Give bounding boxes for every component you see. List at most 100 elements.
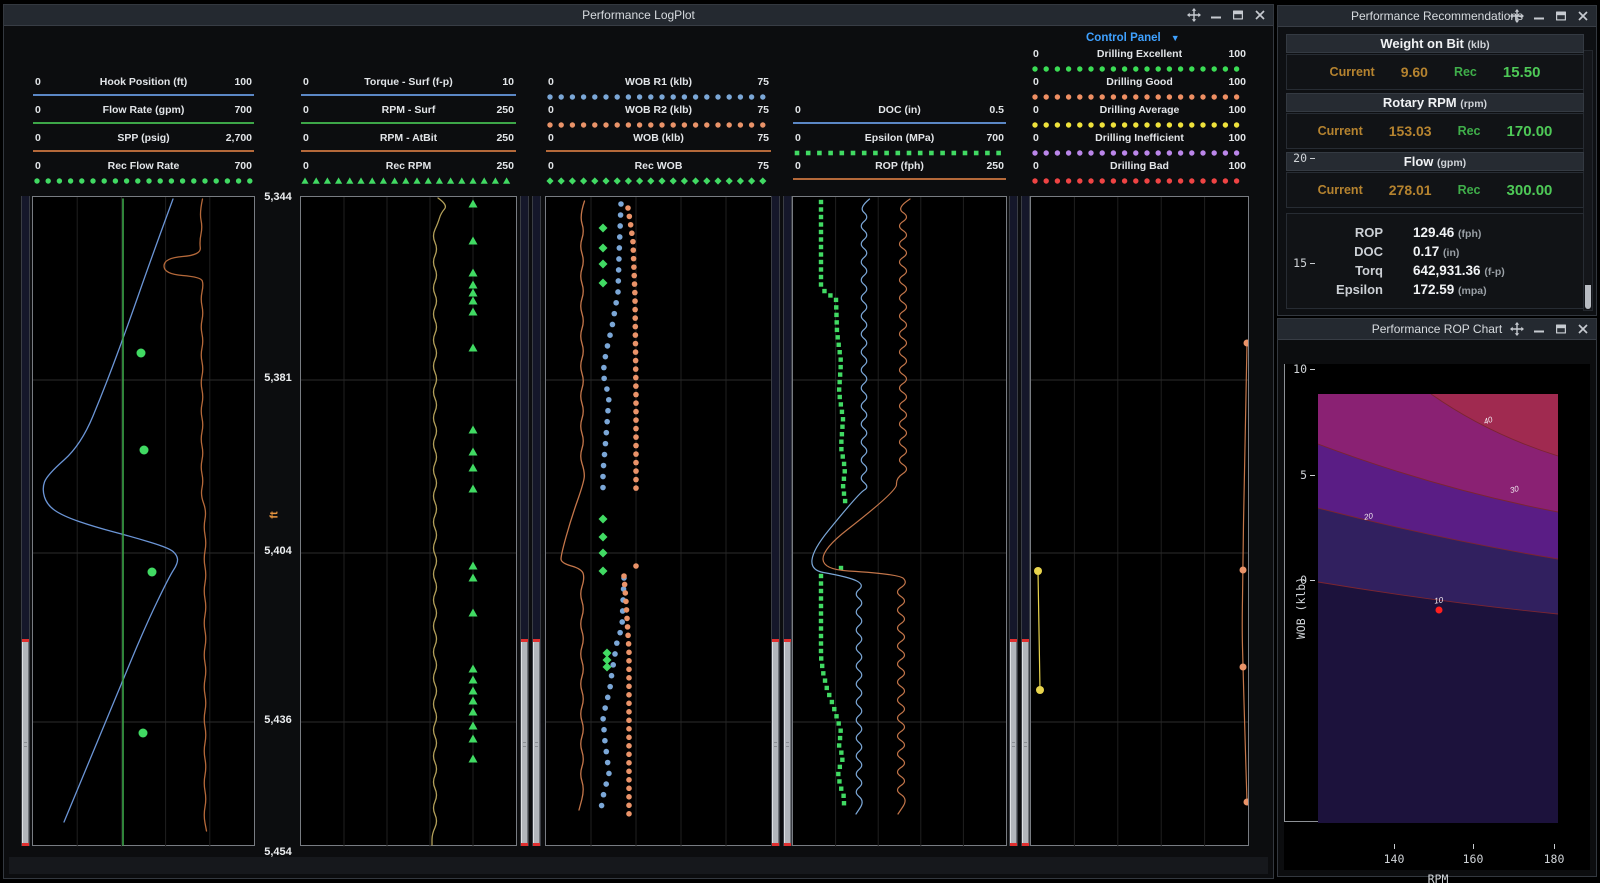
track-scrollbar[interactable] bbox=[1021, 196, 1030, 846]
depth-axis-unit: ft bbox=[269, 511, 281, 518]
current-value: 153.03 bbox=[1389, 123, 1432, 139]
scrollbar-thumb[interactable] bbox=[533, 642, 540, 843]
curve-max: 250 bbox=[986, 160, 1004, 172]
scrollbar-thumb[interactable] bbox=[521, 642, 528, 843]
track-scrollbar[interactable] bbox=[520, 196, 529, 846]
scrollbar-grip bbox=[786, 742, 789, 747]
control-panel-dropdown[interactable]: Control Panel ▼ bbox=[1086, 32, 1180, 44]
scrollbar-thumb[interactable] bbox=[1022, 642, 1029, 843]
curve-max: 100 bbox=[1228, 48, 1246, 60]
recommendations-scrollbar[interactable] bbox=[1583, 50, 1593, 311]
curve-max: 700 bbox=[986, 132, 1004, 144]
curve-max: 100 bbox=[1228, 76, 1246, 88]
scrollbar-grip bbox=[24, 742, 27, 747]
header-text: 0Drilling Bad100 bbox=[1031, 160, 1248, 174]
track-rotary-header-0: 0Torque - Surf (f-p)10 bbox=[301, 75, 516, 103]
curve-marker-line bbox=[301, 94, 516, 96]
recommendations-panel: Performance Recommendations Weight on Bi… bbox=[1277, 5, 1597, 316]
header-text: 0Rec WOB75 bbox=[546, 160, 771, 174]
window-close-icon[interactable] bbox=[1576, 9, 1590, 23]
scrollbar-thumb[interactable] bbox=[772, 642, 779, 843]
track-performance-header-1: 0Epsilon (MPa)700 bbox=[793, 131, 1006, 159]
rop-chart-body: 1020304005101520140160180RPMWOB (klb) bbox=[1278, 340, 1596, 876]
header-text: 0DOC (in)0.5 bbox=[793, 104, 1006, 118]
track-scrollbar[interactable] bbox=[532, 196, 541, 846]
scrollbar-grip bbox=[523, 742, 526, 747]
rec-label: Rec bbox=[1458, 124, 1481, 138]
scrollbar-thumb[interactable] bbox=[22, 642, 29, 843]
window-minimize-icon[interactable] bbox=[1532, 322, 1546, 336]
depth-label: 5,381 bbox=[255, 372, 301, 384]
y-tick-mark bbox=[1310, 580, 1315, 581]
curve-marker-dots bbox=[33, 176, 254, 186]
scrollbar-thumb[interactable] bbox=[1010, 642, 1017, 843]
curve-max: 100 bbox=[1228, 104, 1246, 116]
x-tick-label: 180 bbox=[1539, 852, 1569, 866]
track-wob-plot bbox=[546, 197, 771, 847]
curve-label: Rec WOB bbox=[546, 160, 771, 172]
scroll-down-thumb[interactable] bbox=[1585, 285, 1591, 309]
section-unit: (gpm) bbox=[1437, 157, 1466, 169]
window-maximize-icon[interactable] bbox=[1554, 9, 1568, 23]
y-tick-mark bbox=[1310, 158, 1315, 159]
curve-marker-squares bbox=[793, 148, 1006, 158]
y-tick-label: 15 bbox=[1281, 256, 1307, 270]
track-drilling-quality-plot bbox=[1031, 197, 1248, 847]
x-axis-title: RPM bbox=[1418, 872, 1458, 883]
track-rotary-plot bbox=[301, 197, 516, 847]
track-drilling-quality-header-1: 0Drilling Good100 bbox=[1031, 75, 1248, 103]
curve-marker-line bbox=[546, 150, 771, 152]
track-hydraulics bbox=[32, 196, 255, 846]
window-close-icon[interactable] bbox=[1576, 322, 1590, 336]
scrollbar-thumb[interactable] bbox=[784, 642, 791, 843]
header-text: 0RPM - AtBit250 bbox=[301, 132, 516, 146]
header-text: 0Epsilon (MPa)700 bbox=[793, 132, 1006, 146]
track-scrollbar[interactable] bbox=[783, 196, 792, 846]
window-move-icon[interactable] bbox=[1510, 322, 1524, 336]
header-text: 0Rec RPM250 bbox=[301, 160, 516, 174]
window-minimize-icon[interactable] bbox=[1532, 9, 1546, 23]
curve-label: Epsilon (MPa) bbox=[793, 132, 1006, 144]
window-move-icon[interactable] bbox=[1510, 9, 1524, 23]
rop-chart-title: Performance ROP Chart bbox=[1372, 322, 1503, 336]
stat-row-rop: ROP129.46 (fph) bbox=[1287, 225, 1583, 244]
stat-unit: (in) bbox=[1443, 247, 1459, 259]
track-hydraulics-plot bbox=[33, 197, 254, 847]
logplot-window: Performance LogPlot Control Panel▼ 0Hook… bbox=[3, 4, 1274, 879]
y-tick-mark bbox=[1310, 263, 1315, 264]
curve-label: Drilling Inefficient bbox=[1031, 132, 1248, 144]
stat-unit: (mpa) bbox=[1458, 285, 1487, 297]
curve-label: SPP (psig) bbox=[33, 132, 254, 144]
screen: Performance LogPlot Control Panel▼ 0Hook… bbox=[0, 0, 1600, 883]
curve-max: 75 bbox=[757, 76, 769, 88]
chevron-down-icon: ▼ bbox=[1171, 33, 1180, 43]
curve-marker-line bbox=[793, 178, 1006, 180]
header-text: 0Drilling Inefficient100 bbox=[1031, 132, 1248, 146]
track-scrollbar[interactable] bbox=[21, 196, 30, 846]
track-hydraulics-header-1: 0Flow Rate (gpm)700 bbox=[33, 103, 254, 131]
curve-max: 75 bbox=[757, 104, 769, 116]
track-performance bbox=[792, 196, 1007, 846]
curve-marker-line bbox=[33, 94, 254, 96]
rop-chart-titlebar[interactable]: Performance ROP Chart bbox=[1278, 319, 1596, 340]
scroll-limit-marker-bottom bbox=[772, 843, 779, 846]
current-label: Current bbox=[1330, 65, 1375, 79]
recommendations-titlebar[interactable]: Performance Recommendations bbox=[1278, 6, 1596, 27]
y-tick-label: 5 bbox=[1281, 468, 1307, 482]
track-rotary-header-2: 0RPM - AtBit250 bbox=[301, 131, 516, 159]
track-wob-header-0: 0WOB R1 (klb)75 bbox=[546, 75, 771, 103]
curve-label: ROP (fph) bbox=[793, 160, 1006, 172]
track-scrollbar[interactable] bbox=[1009, 196, 1018, 846]
rop-chart-canvas: 1020304005101520140160180RPMWOB (klb) bbox=[1284, 364, 1590, 870]
section-header-1: Rotary RPM (rpm) bbox=[1286, 93, 1584, 112]
control-panel-label: Control Panel bbox=[1086, 32, 1161, 44]
track-hydraulics-header-2: 0SPP (psig)2,700 bbox=[33, 131, 254, 159]
track-rotary bbox=[300, 196, 517, 846]
section-title: Weight on Bit bbox=[1380, 36, 1467, 51]
track-rotary-header-1: 0RPM - Surf250 bbox=[301, 103, 516, 131]
track-wob-header-1: 0WOB R2 (klb)75 bbox=[546, 103, 771, 131]
track-scrollbar[interactable] bbox=[771, 196, 780, 846]
section-unit: (klb) bbox=[1467, 39, 1489, 51]
window-maximize-icon[interactable] bbox=[1554, 322, 1568, 336]
curve-marker-line bbox=[33, 122, 254, 124]
